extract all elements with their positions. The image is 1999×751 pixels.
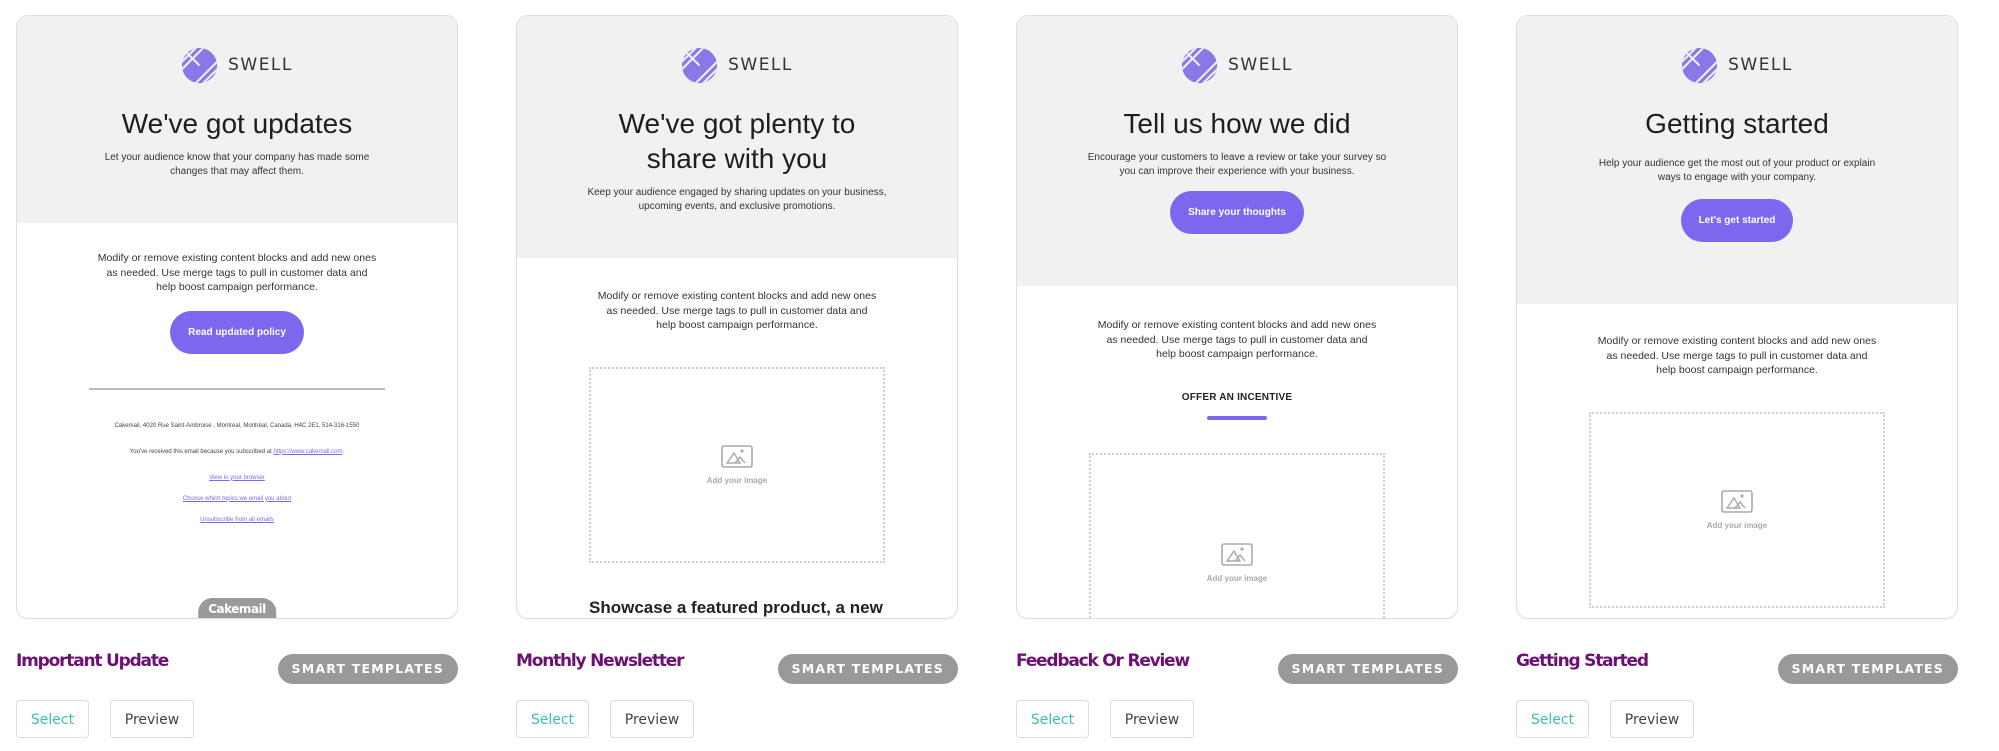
template-name: Getting Started [1516,651,1649,671]
smart-templates-badge: SMART TEMPLATES [277,654,458,684]
image-placeholder-label: Add your image [1206,573,1268,583]
cakemail-badge: Cakemail [198,598,276,618]
preview-button[interactable]: Preview [610,700,694,738]
brand-logo: SWELL [1017,46,1457,84]
template-tile-feedback-or-review: SWELL Tell us how we did Encourage your … [1016,15,1458,751]
template-name: Important Update [16,651,169,671]
smart-templates-badge: SMART TEMPLATES [1277,654,1458,684]
preview-button[interactable]: Preview [1610,700,1694,738]
email-intro: Let your audience know that your company… [104,152,370,177]
image-placeholder: Add your image [1589,411,1885,608]
select-button[interactable]: Select [516,700,589,738]
template-preview-thumbnail[interactable]: SWELL We've got updates Let your audienc… [16,15,458,619]
email-cta-button: Read updated policy [170,310,304,354]
preview-button[interactable]: Preview [1110,700,1194,738]
image-placeholder: Add your image [1089,452,1385,618]
brand-logo: SWELL [1517,46,1957,84]
email-heading: Tell us how we did [1123,108,1351,139]
email-footer: Cakemail, 4020 Rue Saint-Ambroise , Mont… [17,423,457,523]
email-cta-button: Share your thoughts [1170,191,1304,234]
section-label: OFFER AN INCENTIVE [1181,391,1293,403]
footer-topics-link: Choose which topics we email you about [182,495,292,502]
email-body-text: Modify or remove existing content blocks… [1597,335,1877,376]
select-button[interactable]: Select [16,700,89,738]
template-preview-thumbnail[interactable]: SWELL Getting started Help your audience… [1516,15,1958,619]
email-body-text: Modify or remove existing content blocks… [597,290,877,331]
email-intro: Help your audience get the most out of y… [1598,158,1876,183]
swell-logo-icon [682,47,718,83]
template-name: Feedback Or Review [1016,651,1190,671]
template-tile-getting-started: SWELL Getting started Help your audience… [1516,15,1958,751]
email-cta-button: Let's get started [1680,199,1794,242]
swell-logo-icon [1682,47,1718,83]
email-body-text: Modify or remove existing content blocks… [97,252,377,293]
swell-logo-icon [1182,47,1218,83]
footer-address: Cakemail, 4020 Rue Saint-Ambroise , Mont… [114,422,360,429]
email-hero: SWELL We've got plenty to share with you… [517,16,957,258]
logo-text: SWELL [228,55,293,75]
email-intro: Encourage your customers to leave a revi… [1087,152,1387,177]
swell-logo-icon [182,47,218,83]
email-body-text: Modify or remove existing content blocks… [1097,319,1377,360]
template-name: Monthly Newsletter [516,651,684,671]
select-button[interactable]: Select [1516,700,1589,738]
email-heading: Getting started [1645,108,1829,139]
image-icon [721,444,753,468]
email-heading: We've got plenty to share with you [618,108,856,174]
email-heading: We've got updates [121,108,353,139]
logo-text: SWELL [1228,55,1293,75]
template-preview-thumbnail[interactable]: SWELL Tell us how we did Encourage your … [1016,15,1458,619]
email-subheading: Showcase a featured product, a new colle… [589,597,883,617]
brand-logo: SWELL [17,46,457,84]
preview-button[interactable]: Preview [110,700,194,738]
email-intro: Keep your audience engaged by sharing up… [587,187,887,212]
email-hero: SWELL We've got updates Let your audienc… [17,16,457,223]
image-placeholder-label: Add your image [1706,520,1768,530]
template-tile-monthly-newsletter: SWELL We've got plenty to share with you… [516,15,958,751]
image-placeholder-label: Add your image [706,475,768,485]
image-icon [1721,489,1753,513]
divider [89,387,385,390]
footer-view-browser-link: View in your browser [209,474,265,481]
email-hero: SWELL Tell us how we did Encourage your … [1017,16,1457,286]
footer-site-link: https://www.cakemail.com [273,448,343,455]
logo-text: SWELL [728,55,793,75]
select-button[interactable]: Select [1016,700,1089,738]
image-icon [1221,542,1253,566]
email-hero: SWELL Getting started Help your audience… [1517,16,1957,304]
template-preview-thumbnail[interactable]: SWELL We've got plenty to share with you… [516,15,958,619]
brand-logo: SWELL [517,46,957,84]
smart-templates-badge: SMART TEMPLATES [777,654,958,684]
footer-received: You've received this email because you s… [129,448,345,455]
logo-text: SWELL [1728,55,1793,75]
footer-unsubscribe-link: Unsubscribe from all emails [200,516,274,523]
image-placeholder: Add your image [589,366,885,563]
smart-templates-badge: SMART TEMPLATES [1777,654,1958,684]
template-tile-important-update: SWELL We've got updates Let your audienc… [16,15,458,751]
